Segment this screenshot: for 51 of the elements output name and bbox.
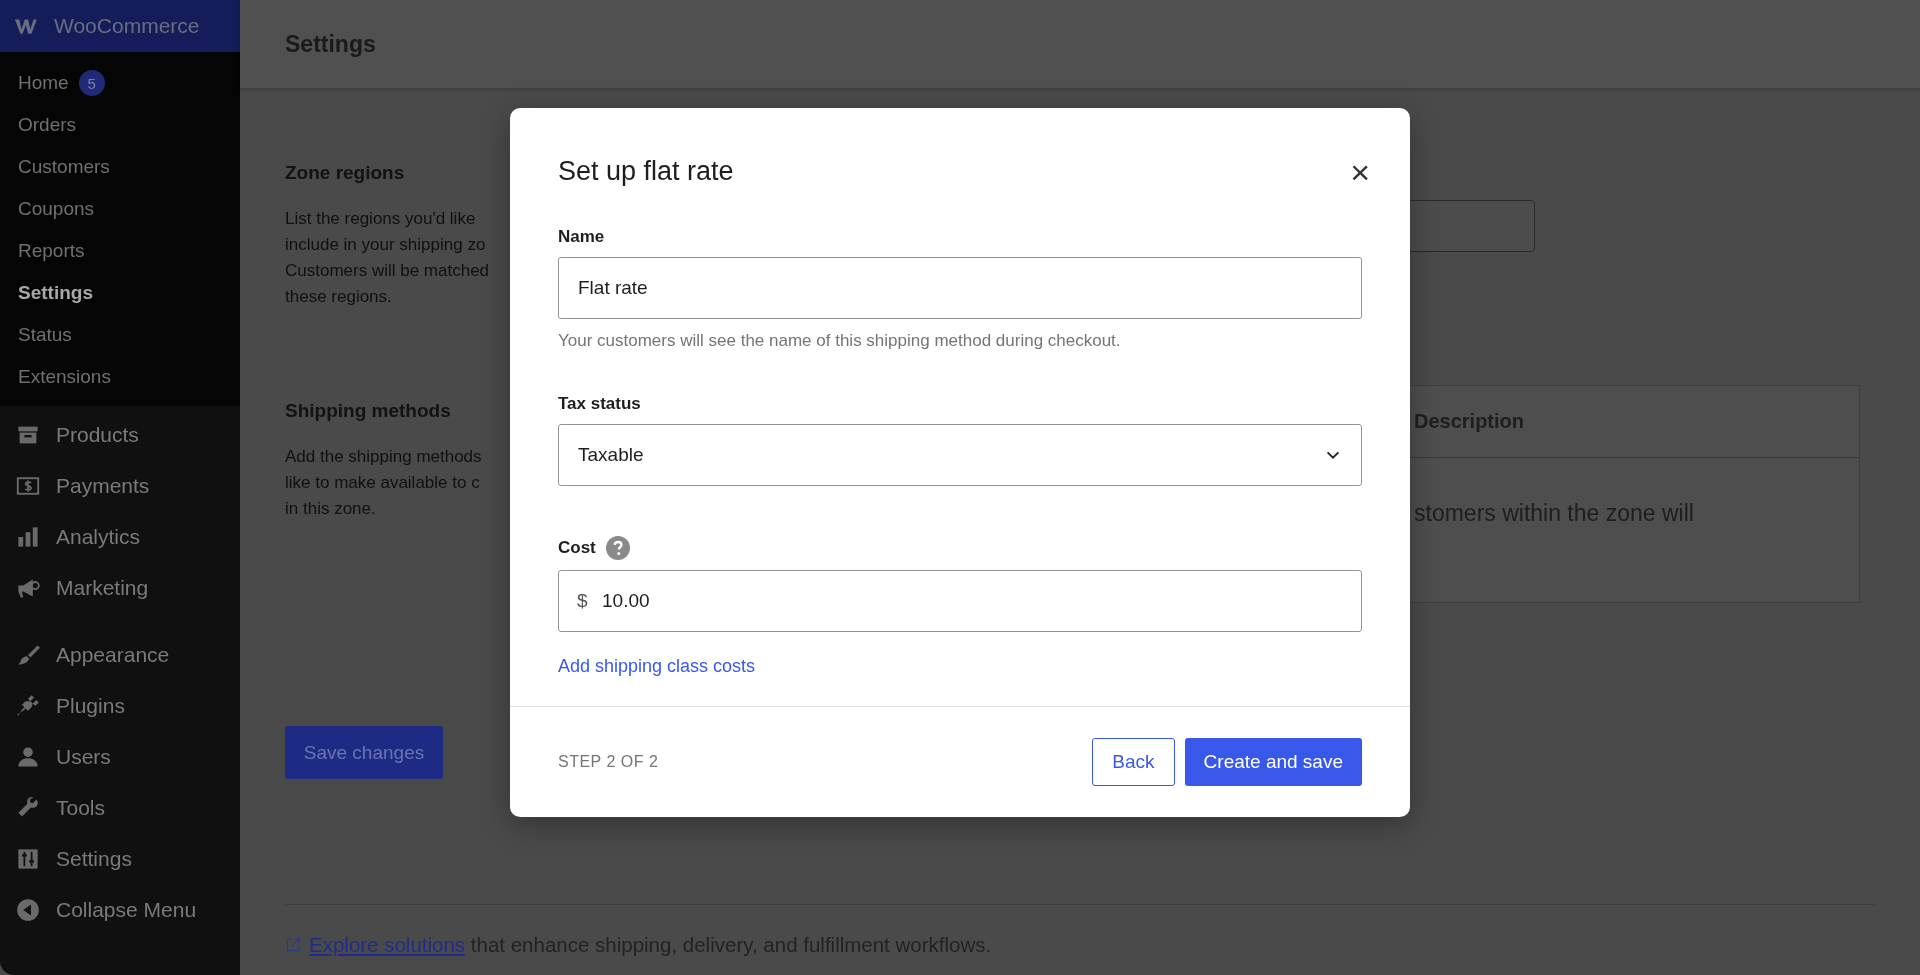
submenu-item[interactable]: Settings bbox=[0, 272, 240, 314]
submenu-item[interactable]: Orders bbox=[0, 104, 240, 146]
menu-item[interactable]: Collapse Menu bbox=[0, 884, 240, 935]
create-and-save-button[interactable]: Create and save bbox=[1184, 738, 1362, 786]
paintbrush-icon bbox=[16, 642, 40, 667]
person-icon bbox=[16, 744, 40, 769]
save-button[interactable]: Save changes bbox=[285, 726, 443, 779]
link[interactable]: Add shipping class costs bbox=[558, 656, 756, 677]
field-label: Name bbox=[558, 227, 605, 247]
description-text: Customers will be matched bbox=[285, 260, 490, 282]
external-link-icon bbox=[285, 937, 301, 953]
close-button[interactable]: × bbox=[1346, 156, 1374, 187]
description-text: in this zone. bbox=[285, 498, 376, 520]
submenu-item[interactable]: Reports bbox=[0, 230, 240, 272]
count-badge: 5 bbox=[78, 70, 105, 96]
sliders-icon bbox=[16, 846, 40, 871]
menu-item[interactable]: Plugins bbox=[0, 680, 240, 731]
description-text: List the regions you'd like bbox=[285, 208, 476, 230]
submenu-item[interactable]: Coupons bbox=[0, 188, 240, 230]
field-label: Cost bbox=[558, 538, 596, 558]
plug-icon bbox=[16, 693, 40, 718]
submenu-item[interactable]: Home bbox=[18, 72, 69, 94]
currency-symbol: $ bbox=[577, 590, 588, 612]
submenu-item[interactable]: Customers bbox=[0, 146, 240, 188]
menu-item[interactable]: Settings bbox=[0, 833, 240, 884]
bar-chart-icon bbox=[16, 524, 40, 549]
submenu-item[interactable]: Extensions bbox=[0, 356, 240, 398]
menu-item[interactable]: Marketing bbox=[0, 562, 240, 613]
field-label: Tax status bbox=[558, 394, 641, 414]
collapse-icon bbox=[16, 897, 40, 922]
description-text: like to make available to c bbox=[285, 472, 480, 494]
dialog-title: Set up flat rate bbox=[558, 156, 734, 187]
section-title: Zone regions bbox=[285, 162, 405, 184]
step-indicator: STEP 2 OF 2 bbox=[558, 753, 659, 771]
help-icon bbox=[605, 536, 630, 560]
menu-item[interactable]: Users bbox=[0, 731, 240, 782]
menu-item[interactable]: Products bbox=[0, 409, 240, 460]
description-text: include in your shipping zo bbox=[285, 234, 486, 256]
back-button[interactable]: Back bbox=[1092, 738, 1175, 786]
section-title: Shipping methods bbox=[285, 400, 451, 422]
description-text: these regions. bbox=[285, 286, 392, 308]
menu-item[interactable]: Appearance bbox=[0, 629, 240, 680]
brand-name: WooCommerce bbox=[54, 14, 200, 38]
menu-item[interactable]: Payments bbox=[0, 460, 240, 511]
submenu-item[interactable]: Status bbox=[0, 314, 240, 356]
name-field[interactable]: Flat rate bbox=[558, 257, 1362, 319]
menu-item[interactable]: Tools bbox=[0, 782, 240, 833]
help-text: Your customers will see the name of this shipping method during checkout. bbox=[558, 331, 1121, 351]
tax-status-select[interactable]: Taxable bbox=[558, 424, 1362, 486]
menu-item[interactable]: Analytics bbox=[0, 511, 240, 562]
description-text: Add the shipping methods bbox=[285, 446, 482, 468]
